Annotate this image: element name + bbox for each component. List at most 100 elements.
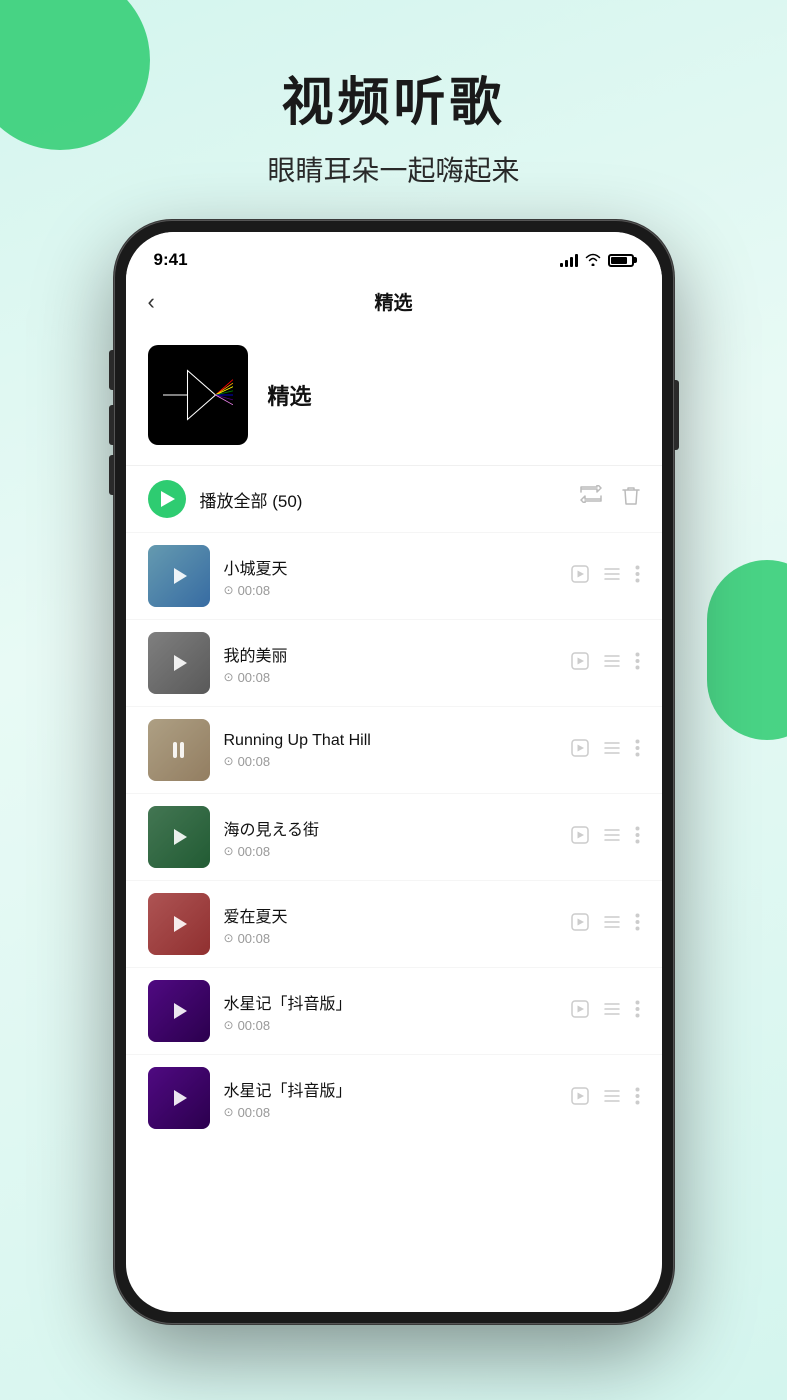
- song-controls: [571, 1000, 640, 1023]
- signal-bars-icon: [560, 253, 578, 267]
- play-all-bar[interactable]: 播放全部 (50): [126, 465, 662, 532]
- video-play-icon[interactable]: [571, 913, 589, 936]
- clock-icon: ⊙: [224, 1018, 234, 1032]
- video-play-icon[interactable]: [571, 1000, 589, 1023]
- more-icon[interactable]: [635, 913, 640, 936]
- video-play-icon[interactable]: [571, 739, 589, 762]
- song-title: 海の見える街: [224, 816, 571, 840]
- thumb-overlay: [148, 980, 210, 1042]
- repeat-icon[interactable]: [580, 485, 602, 513]
- song-item[interactable]: 小城夏天 ⊙ 00:08: [126, 532, 662, 619]
- song-title: 我的美丽: [224, 642, 571, 666]
- play-icon: [174, 1090, 187, 1106]
- menu-icon[interactable]: [603, 914, 621, 934]
- pause-icon: [173, 742, 184, 758]
- signal-bar-3: [570, 257, 573, 267]
- clock-icon: ⊙: [224, 754, 234, 768]
- clock-icon: ⊙: [224, 670, 234, 684]
- play-icon: [174, 655, 187, 671]
- album-cover-prism: [163, 360, 233, 430]
- song-thumbnail: [148, 632, 210, 694]
- signal-bar-2: [565, 260, 568, 267]
- more-icon[interactable]: [635, 826, 640, 849]
- status-bar: 9:41: [126, 232, 662, 278]
- song-item[interactable]: Running Up That Hill ⊙ 00:08: [126, 706, 662, 793]
- thumb-overlay: [148, 893, 210, 955]
- song-item[interactable]: 爱在夏天 ⊙ 00:08: [126, 880, 662, 967]
- song-info: Running Up That Hill ⊙ 00:08: [224, 732, 571, 769]
- song-duration: ⊙ 00:08: [224, 1018, 571, 1033]
- more-icon[interactable]: [635, 739, 640, 762]
- play-icon: [174, 829, 187, 845]
- song-controls: [571, 739, 640, 762]
- play-icon: [174, 1003, 187, 1019]
- song-info: 海の見える街 ⊙ 00:08: [224, 816, 571, 859]
- song-duration: ⊙ 00:08: [224, 1105, 571, 1120]
- thumb-overlay: [148, 719, 210, 781]
- status-icons: [560, 252, 634, 269]
- more-icon[interactable]: [635, 652, 640, 675]
- video-play-icon[interactable]: [571, 1087, 589, 1110]
- song-duration: ⊙ 00:08: [224, 931, 571, 946]
- song-thumbnail: [148, 980, 210, 1042]
- album-header: 精选: [126, 329, 662, 465]
- more-icon[interactable]: [635, 1000, 640, 1023]
- song-item[interactable]: 水星记「抖音版」 ⊙ 00:08: [126, 967, 662, 1054]
- song-thumbnail: [148, 806, 210, 868]
- play-all-button[interactable]: [148, 480, 186, 518]
- song-item[interactable]: 水星记「抖音版」 ⊙ 00:08: [126, 1054, 662, 1141]
- song-controls: [571, 913, 640, 936]
- play-icon: [174, 568, 187, 584]
- bg-circle-right: [707, 560, 787, 740]
- phone-outer: 9:41: [114, 220, 674, 1324]
- album-name: 精选: [268, 379, 312, 411]
- song-title: 爱在夏天: [224, 903, 571, 927]
- song-info: 小城夏天 ⊙ 00:08: [224, 555, 571, 598]
- clock-icon: ⊙: [224, 583, 234, 597]
- header-area: 视频听歌 眼睛耳朵一起嗨起来: [0, 0, 787, 219]
- song-info: 水星记「抖音版」 ⊙ 00:08: [224, 990, 571, 1033]
- thumb-overlay: [148, 1067, 210, 1129]
- more-icon[interactable]: [635, 1087, 640, 1110]
- video-play-icon[interactable]: [571, 652, 589, 675]
- song-title: 小城夏天: [224, 555, 571, 579]
- menu-icon[interactable]: [603, 1001, 621, 1021]
- menu-icon[interactable]: [603, 827, 621, 847]
- phone-screen: 9:41: [126, 232, 662, 1312]
- battery-icon: [608, 254, 634, 267]
- song-thumbnail: [148, 1067, 210, 1129]
- video-play-icon[interactable]: [571, 826, 589, 849]
- signal-bar-1: [560, 263, 563, 267]
- song-title: 水星记「抖音版」: [224, 1077, 571, 1101]
- delete-icon[interactable]: [622, 485, 640, 513]
- song-info: 我的美丽 ⊙ 00:08: [224, 642, 571, 685]
- menu-icon[interactable]: [603, 740, 621, 760]
- song-thumbnail: [148, 719, 210, 781]
- song-item[interactable]: 海の見える街 ⊙ 00:08: [126, 793, 662, 880]
- status-time: 9:41: [154, 250, 188, 270]
- song-info: 水星记「抖音版」 ⊙ 00:08: [224, 1077, 571, 1120]
- nav-bar: ‹ 精选: [126, 278, 662, 329]
- video-play-icon[interactable]: [571, 565, 589, 588]
- back-button[interactable]: ‹: [148, 289, 155, 315]
- phone-mockup: 9:41: [114, 220, 674, 1324]
- main-title: 视频听歌: [0, 60, 787, 135]
- clock-icon: ⊙: [224, 931, 234, 945]
- play-all-label: 播放全部 (50): [200, 487, 580, 512]
- nav-title: 精选: [374, 288, 412, 315]
- song-controls: [571, 652, 640, 675]
- thumb-overlay: [148, 806, 210, 868]
- song-duration: ⊙ 00:08: [224, 583, 571, 598]
- more-icon[interactable]: [635, 565, 640, 588]
- sub-title: 眼睛耳朵一起嗨起来: [0, 149, 787, 189]
- song-item[interactable]: 我的美丽 ⊙ 00:08: [126, 619, 662, 706]
- album-cover: [148, 345, 248, 445]
- menu-icon[interactable]: [603, 566, 621, 586]
- song-list: 小城夏天 ⊙ 00:08: [126, 532, 662, 1141]
- album-cover-bg: [148, 345, 248, 445]
- menu-icon[interactable]: [603, 653, 621, 673]
- thumb-overlay: [148, 632, 210, 694]
- song-controls: [571, 826, 640, 849]
- thumb-overlay: [148, 545, 210, 607]
- menu-icon[interactable]: [603, 1088, 621, 1108]
